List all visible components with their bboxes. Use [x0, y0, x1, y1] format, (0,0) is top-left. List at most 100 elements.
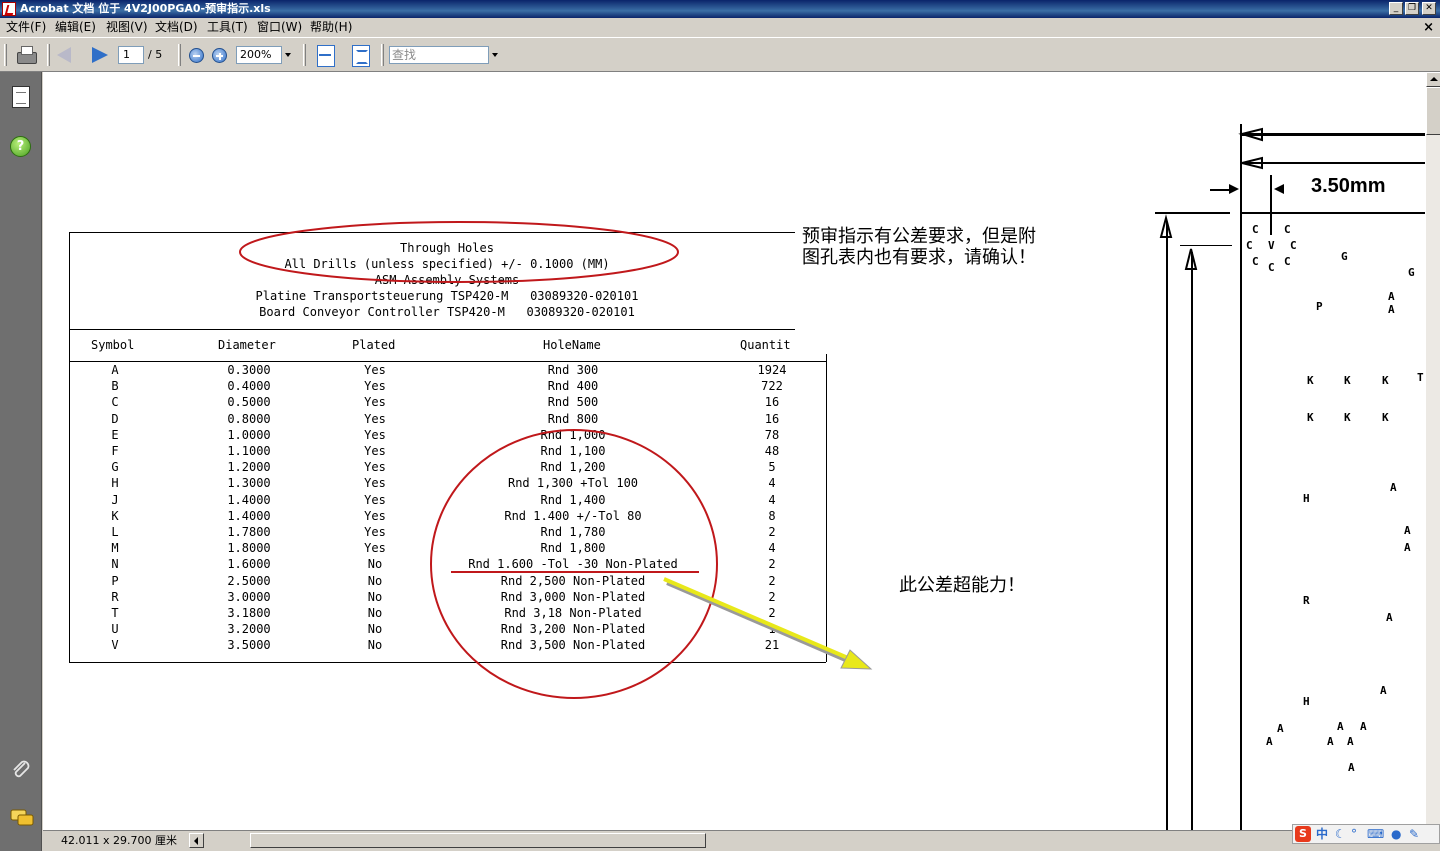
wrench-icon[interactable]: ✎ — [1409, 825, 1419, 843]
toolbar-grip[interactable] — [381, 44, 384, 66]
scroll-left-icon[interactable] — [189, 833, 204, 848]
hole-symbol: A — [1390, 481, 1397, 494]
hole-symbol: A — [1388, 290, 1395, 303]
menu-document[interactable]: 文档(D) — [152, 18, 201, 37]
hole-symbol: C — [1252, 255, 1259, 268]
zoom-in-icon[interactable] — [212, 48, 227, 63]
toolbar-grip[interactable] — [178, 44, 181, 66]
hole-symbol: V — [1268, 239, 1275, 252]
hole-symbol: A — [1277, 722, 1284, 735]
callout-arrow — [663, 577, 849, 660]
dimension-line — [1166, 222, 1168, 830]
hole-symbol: H — [1303, 492, 1310, 505]
vertical-scrollbar[interactable] — [1425, 72, 1440, 830]
pages-icon[interactable] — [12, 86, 30, 108]
zoom-level-input[interactable]: 200% — [236, 46, 282, 64]
fit-page-icon[interactable] — [350, 43, 374, 67]
ime-language[interactable]: 中 — [1316, 825, 1328, 843]
acrobat-window: Acrobat 文档 位于 4V2J00PGA0-预审指示.xls _ ❐ ✕ … — [0, 0, 1440, 851]
hole-symbol: G — [1341, 250, 1348, 263]
callout-arrowhead — [840, 649, 873, 670]
hole-symbol: K — [1382, 374, 1389, 387]
sogou-icon[interactable]: S — [1295, 826, 1311, 842]
hole-symbol: C — [1284, 223, 1291, 236]
hole-symbol: C — [1252, 223, 1259, 236]
scroll-thumb[interactable] — [1426, 87, 1440, 135]
document-viewport[interactable]: Through Holes All Drills (unless specifi… — [43, 72, 1425, 830]
window-title: Acrobat 文档 位于 4V2J00PGA0-预审指示.xls — [20, 2, 271, 15]
zoom-dropdown-icon[interactable] — [285, 53, 291, 57]
navigation-pane: ? — [0, 72, 42, 851]
keyboard-icon[interactable]: ⌨ — [1367, 825, 1384, 843]
attachment-icon[interactable] — [10, 758, 32, 780]
hole-symbol: A — [1348, 761, 1355, 774]
toolbar: 1 / 5 200% 查找 — [0, 37, 1440, 72]
header-ellipse — [239, 221, 679, 283]
horizontal-scroll-thumb[interactable] — [250, 833, 706, 848]
dimension-label: 3.50mm — [1311, 175, 1386, 197]
menu-tools[interactable]: 工具(T) — [204, 18, 251, 37]
hole-symbol: R — [1303, 594, 1310, 607]
scroll-up-icon[interactable] — [1426, 72, 1440, 87]
page-size-readout: 42.011 x 29.700 厘米 — [61, 834, 177, 847]
title-bar: Acrobat 文档 位于 4V2J00PGA0-预审指示.xls _ ❐ ✕ — [0, 0, 1440, 18]
user-icon[interactable]: ● — [1391, 825, 1401, 843]
hole-symbol: A — [1337, 720, 1344, 733]
search-input[interactable]: 查找 — [389, 46, 489, 64]
print-icon[interactable] — [14, 43, 38, 67]
hole-symbol: A — [1386, 611, 1393, 624]
toolbar-grip[interactable] — [4, 44, 7, 66]
arrow-shadow — [666, 581, 858, 667]
next-page-icon[interactable] — [92, 47, 108, 63]
menu-view[interactable]: 视图(V) — [103, 18, 151, 37]
acrobat-app-icon — [2, 2, 16, 16]
hole-symbol: A — [1360, 720, 1367, 733]
hole-symbol: A — [1266, 735, 1273, 748]
comments-icon[interactable] — [10, 809, 34, 827]
document-close-icon[interactable]: × — [1423, 18, 1434, 37]
note-tolerance-line1: 预审指示有公差要求，但是附 — [802, 226, 1036, 247]
dimension-line — [1191, 252, 1193, 830]
zoom-out-icon[interactable] — [189, 48, 204, 63]
toolbar-grip[interactable] — [303, 44, 306, 66]
menu-bar: 文件(F) 编辑(E) 视图(V) 文档(D) 工具(T) 窗口(W) 帮助(H… — [0, 18, 1440, 37]
help-icon[interactable]: ? — [10, 136, 31, 157]
hole-symbol: H — [1303, 695, 1310, 708]
hole-symbol: K — [1382, 411, 1389, 424]
ime-toolbar[interactable]: S 中 ☾ ° ⌨ ● ✎ — [1292, 824, 1440, 844]
hole-symbol: K — [1307, 411, 1314, 424]
punct-icon[interactable]: ° — [1351, 825, 1357, 843]
hole-symbol: A — [1388, 303, 1395, 316]
toolbar-grip[interactable] — [47, 44, 50, 66]
minimize-button[interactable]: _ — [1389, 2, 1403, 15]
search-dropdown-icon[interactable] — [492, 53, 498, 57]
menu-help[interactable]: 帮助(H) — [307, 18, 355, 37]
hole-symbol: K — [1307, 374, 1314, 387]
hole-symbol: K — [1344, 411, 1351, 424]
restore-button[interactable]: ❐ — [1405, 2, 1419, 15]
hole-symbol: A — [1347, 735, 1354, 748]
hole-symbol: K — [1344, 374, 1351, 387]
page-number-input[interactable]: 1 — [118, 46, 144, 64]
hole-symbol: P — [1316, 300, 1323, 313]
dimension-arrows — [1159, 127, 1284, 270]
previous-page-icon[interactable] — [57, 47, 71, 63]
close-button[interactable]: ✕ — [1422, 2, 1436, 15]
tolerance-ellipse — [430, 429, 718, 699]
hole-symbol: A — [1404, 541, 1411, 554]
menu-edit[interactable]: 编辑(E) — [52, 18, 99, 37]
hole-symbol: C — [1284, 255, 1291, 268]
hole-symbol: C — [1246, 239, 1253, 252]
hole-symbol: G — [1408, 266, 1415, 279]
menu-window[interactable]: 窗口(W) — [254, 18, 305, 37]
hole-symbol: A — [1327, 735, 1334, 748]
hole-symbol: C — [1290, 239, 1297, 252]
moon-icon[interactable]: ☾ — [1335, 825, 1346, 843]
note-capability: 此公差超能力！ — [899, 575, 1025, 596]
status-bar: 42.011 x 29.700 厘米 — [43, 830, 1440, 851]
hole-symbol: A — [1380, 684, 1387, 697]
page-total: / 5 — [148, 48, 163, 61]
fit-width-icon[interactable] — [315, 43, 339, 67]
menu-file[interactable]: 文件(F) — [3, 18, 49, 37]
hole-symbol: C — [1268, 261, 1275, 274]
